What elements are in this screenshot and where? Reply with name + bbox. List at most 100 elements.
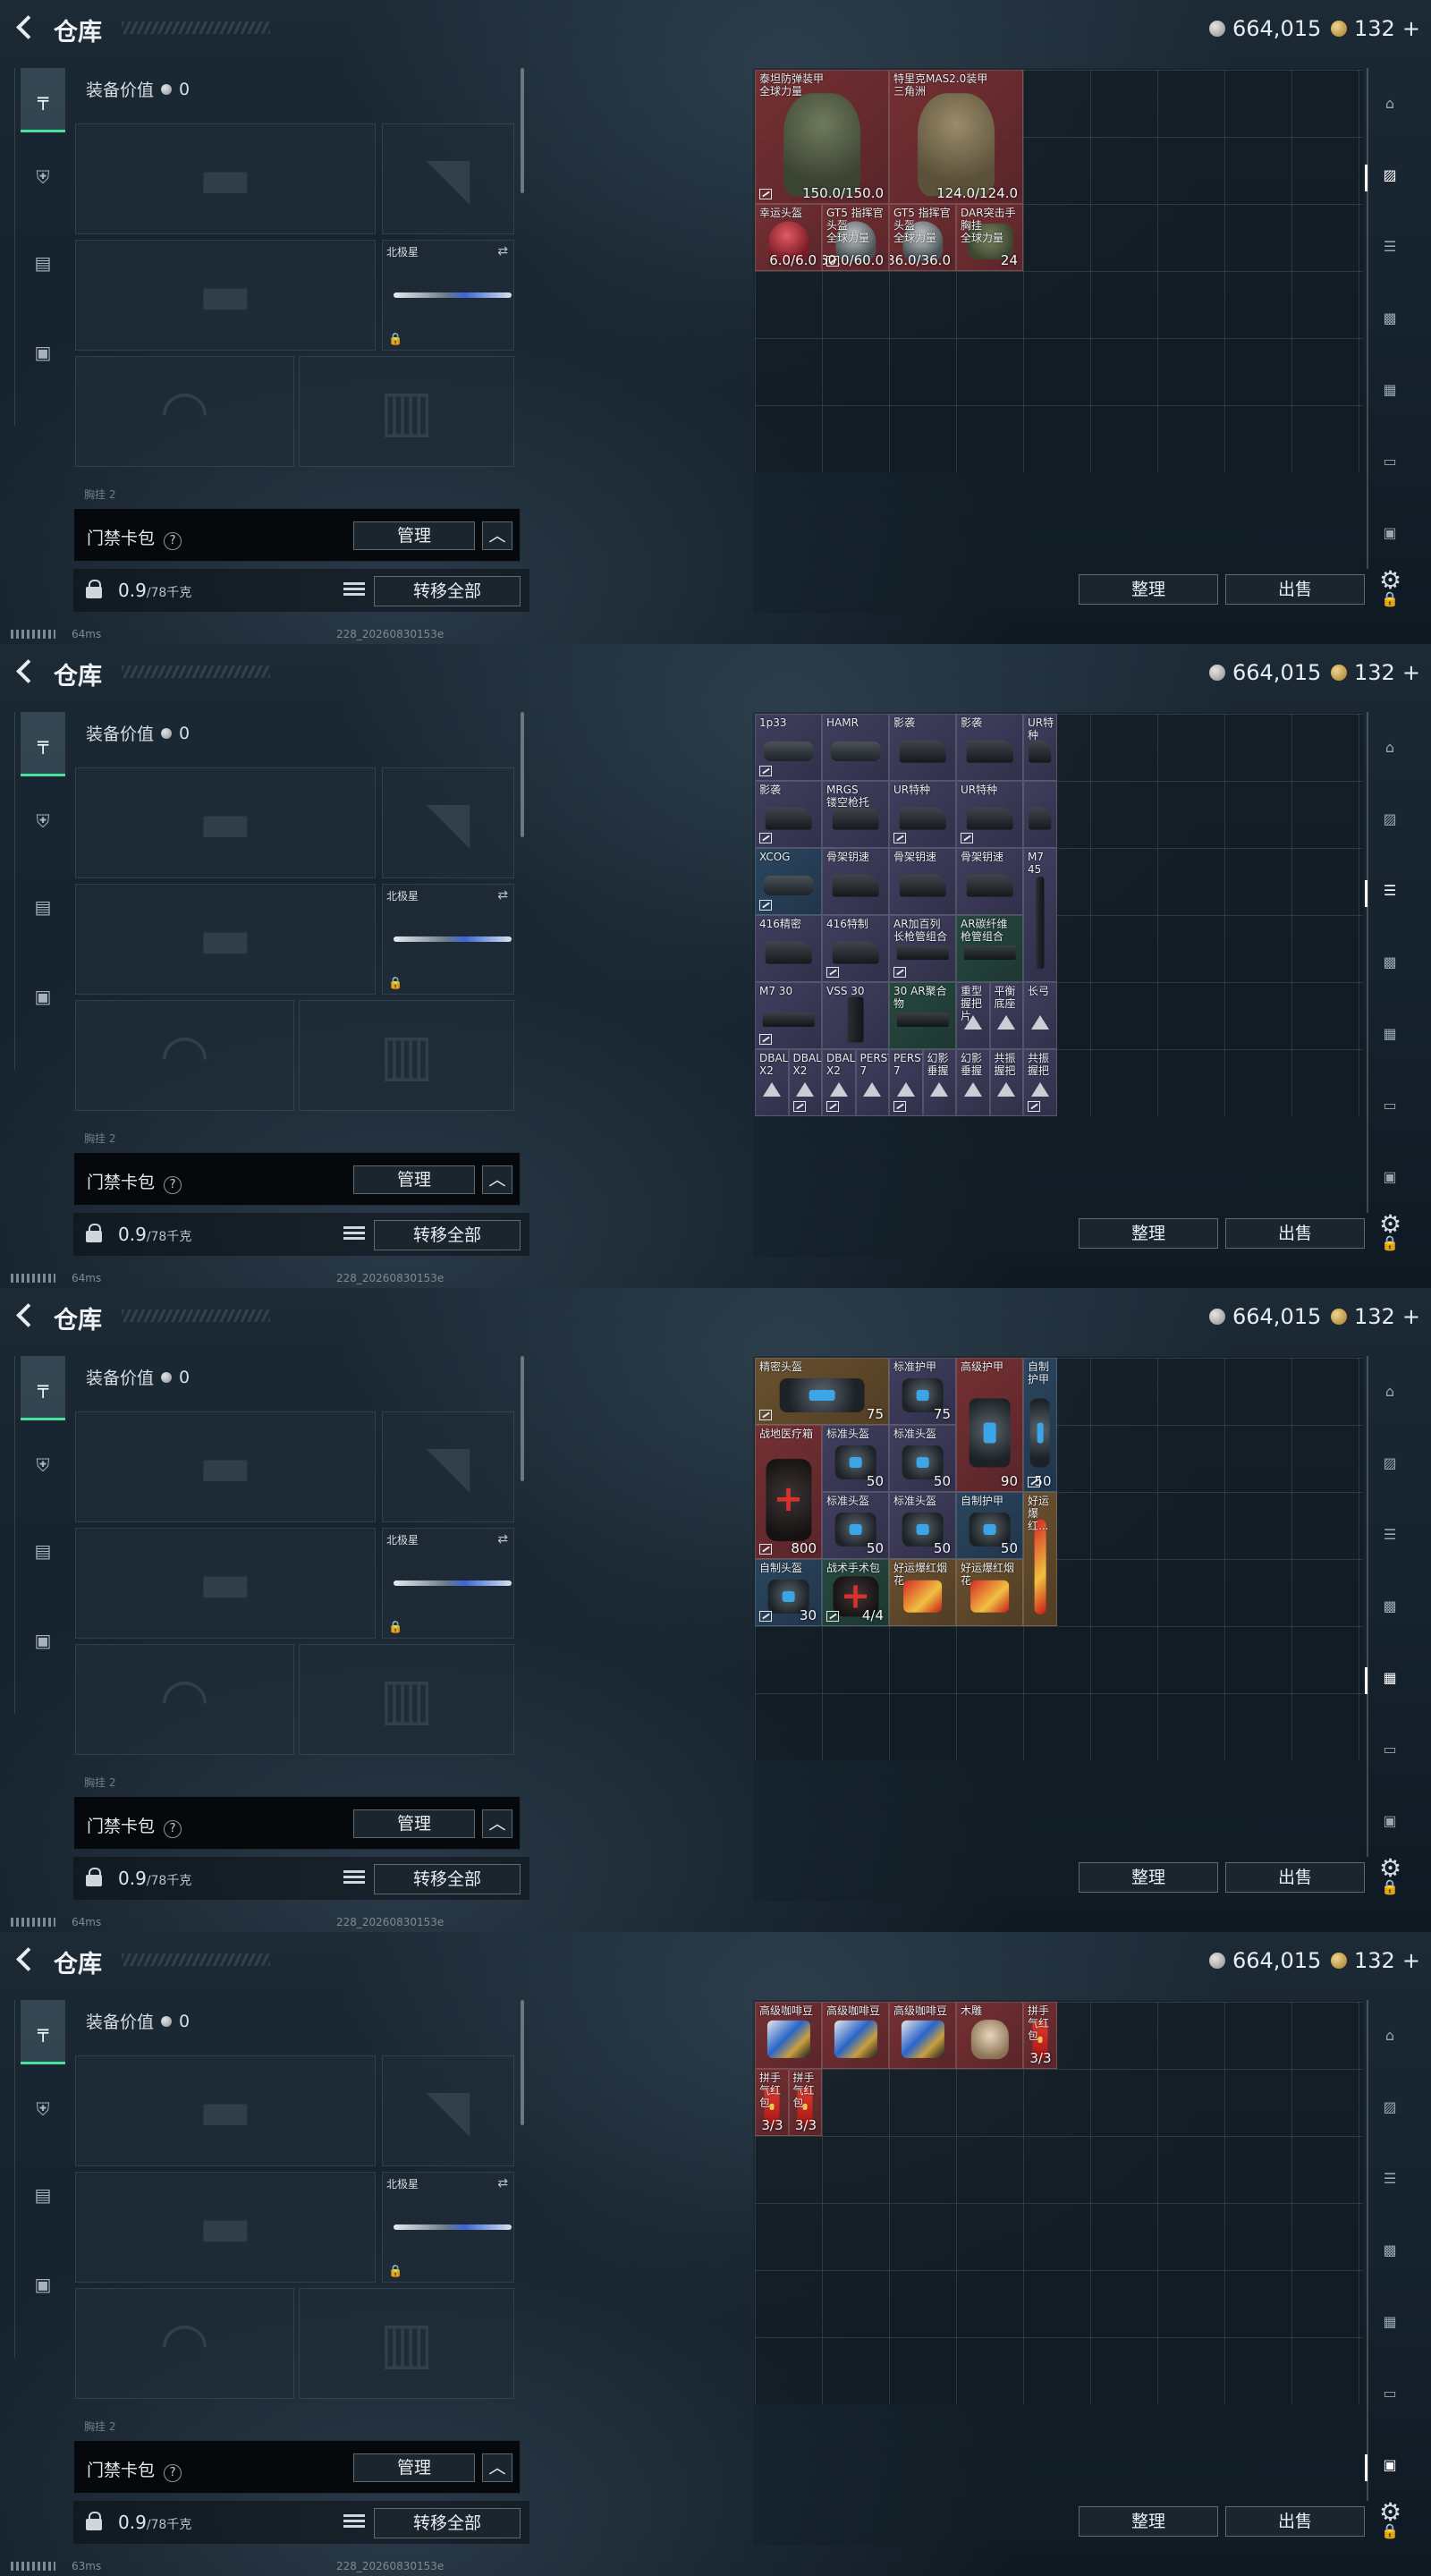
- category-tab-2[interactable]: ▨: [1377, 810, 1402, 834]
- inventory-item[interactable]: 自制护甲 50: [1023, 1358, 1057, 1492]
- helmet-slot[interactable]: ◠: [75, 1644, 294, 1755]
- tab-case[interactable]: ▣: [21, 320, 65, 385]
- inventory-item[interactable]: UR特种: [1023, 714, 1057, 781]
- inventory-item[interactable]: UR特种: [956, 781, 1023, 848]
- category-tab-4[interactable]: ▩: [1377, 309, 1402, 333]
- sell-button[interactable]: 出售: [1225, 2506, 1365, 2537]
- inventory-item[interactable]: 共振握把: [1023, 1049, 1057, 1116]
- category-tab-5[interactable]: ▦: [1377, 381, 1402, 404]
- sell-button[interactable]: 出售: [1225, 1862, 1365, 1893]
- inventory-item[interactable]: GT5 指挥官头盔 全球力量 36.0/36.0: [889, 204, 956, 271]
- inventory-item[interactable]: 标准头盔 50: [889, 1425, 956, 1492]
- tab-items[interactable]: ▤: [21, 231, 65, 295]
- category-tab-3[interactable]: ☰: [1377, 1526, 1402, 1549]
- pistol-slot[interactable]: ◥: [382, 767, 514, 878]
- list-icon[interactable]: [342, 580, 367, 601]
- inventory-item[interactable]: 骨架钥速: [822, 848, 889, 915]
- category-tab-1[interactable]: ⌂: [1377, 2027, 1402, 2050]
- collapse-button[interactable]: ︿: [482, 1165, 512, 1194]
- inventory-item[interactable]: 精密头盔 75: [755, 1358, 889, 1425]
- tab-weapons[interactable]: ╤: [21, 712, 65, 776]
- inventory-item[interactable]: 高级咖啡豆: [822, 2002, 889, 2069]
- pistol-slot[interactable]: ◥: [382, 1411, 514, 1522]
- sort-button[interactable]: 整理: [1079, 1218, 1218, 1249]
- inventory-item[interactable]: 骨架钥速: [889, 848, 956, 915]
- help-icon[interactable]: ?: [164, 532, 182, 550]
- category-tab-7[interactable]: ▣: [1377, 1168, 1402, 1191]
- inventory-item[interactable]: 好运爆红烟花: [956, 1559, 1023, 1626]
- panel-scrollbar[interactable]: [521, 1356, 524, 1481]
- help-icon[interactable]: ?: [164, 2464, 182, 2482]
- inventory-item[interactable]: 416精密: [755, 915, 822, 982]
- tab-armor[interactable]: ⛨: [21, 2077, 65, 2141]
- inventory-item[interactable]: 自制头盔 30: [755, 1559, 822, 1626]
- sort-button[interactable]: 整理: [1079, 574, 1218, 605]
- inventory-item[interactable]: PERST-7: [855, 1049, 889, 1116]
- inventory-item[interactable]: 幻影垂握: [956, 1049, 990, 1116]
- inventory-item[interactable]: 平衡底座: [989, 982, 1023, 1049]
- gold-currency[interactable]: 132 +: [1331, 1948, 1420, 1973]
- inventory-item[interactable]: AR加百列 长枪管组合: [889, 915, 956, 982]
- swap-icon[interactable]: ⇄: [497, 888, 508, 902]
- collapse-button[interactable]: ︿: [482, 2453, 512, 2482]
- inventory-item[interactable]: 木雕: [956, 2002, 1023, 2069]
- back-arrow-icon[interactable]: [14, 1946, 36, 1970]
- inventory-item[interactable]: 骨架钥速: [956, 848, 1023, 915]
- category-tab-2[interactable]: ▨: [1377, 2098, 1402, 2122]
- inventory-item[interactable]: M7 30: [755, 982, 822, 1049]
- category-tab-4[interactable]: ▩: [1377, 1597, 1402, 1621]
- manage-button[interactable]: 管理: [353, 1809, 475, 1838]
- inventory-item[interactable]: 标准护甲 75: [889, 1358, 956, 1425]
- inventory-item[interactable]: 标准头盔 50: [822, 1425, 889, 1492]
- tab-weapons[interactable]: ╤: [21, 1356, 65, 1420]
- tab-weapons[interactable]: ╤: [21, 68, 65, 132]
- add-currency-plus[interactable]: +: [1402, 16, 1420, 41]
- inventory-item[interactable]: 影袭: [956, 714, 1023, 781]
- sell-button[interactable]: 出售: [1225, 1218, 1365, 1249]
- inventory-item[interactable]: 高级咖啡豆: [755, 2002, 822, 2069]
- tab-armor[interactable]: ⛨: [21, 1433, 65, 1497]
- category-tab-3[interactable]: ☰: [1365, 880, 1402, 907]
- inventory-item[interactable]: MRGS 镂空枪托: [822, 781, 889, 848]
- inventory-item[interactable]: 416特制: [822, 915, 889, 982]
- inventory-item[interactable]: 影袭: [755, 781, 822, 848]
- transfer-all-button[interactable]: 转移全部: [374, 1864, 521, 1894]
- manage-button[interactable]: 管理: [353, 2453, 475, 2482]
- swap-icon[interactable]: ⇄: [497, 244, 508, 258]
- tab-items[interactable]: ▤: [21, 2163, 65, 2227]
- inventory-item[interactable]: 拼手气红包 3/3: [755, 2069, 789, 2136]
- secondary-weapon-slot[interactable]: ▬: [75, 884, 376, 995]
- panel-scrollbar[interactable]: [521, 712, 524, 837]
- add-currency-plus[interactable]: +: [1402, 660, 1420, 685]
- secondary-weapon-slot[interactable]: ▬: [75, 240, 376, 351]
- category-tab-5[interactable]: ▦: [1365, 1667, 1402, 1694]
- armor-slot[interactable]: ▥: [299, 1000, 514, 1111]
- gear-icon[interactable]: ⚙: [1379, 565, 1401, 595]
- category-tab-5[interactable]: ▦: [1377, 2313, 1402, 2336]
- category-tab-6[interactable]: ▭: [1377, 2385, 1402, 2408]
- inventory-item[interactable]: GT5 指挥官头盔 全球力量 60.0/60.0: [822, 204, 889, 271]
- help-icon[interactable]: ?: [164, 1820, 182, 1838]
- inventory-item[interactable]: 好运爆红...: [1023, 1492, 1057, 1626]
- collapse-button[interactable]: ︿: [482, 1809, 512, 1838]
- manage-button[interactable]: 管理: [353, 521, 475, 550]
- inventory-item[interactable]: 拼手气红包 3/3: [1023, 2002, 1057, 2069]
- inventory-item[interactable]: DBAL-X2: [822, 1049, 856, 1116]
- melee-slot[interactable]: 北极星 ⇄ 🔒: [382, 2172, 514, 2283]
- secondary-weapon-slot[interactable]: ▬: [75, 1528, 376, 1639]
- inventory-item[interactable]: 标准头盔 50: [889, 1492, 956, 1559]
- armor-slot[interactable]: ▥: [299, 1644, 514, 1755]
- transfer-all-button[interactable]: 转移全部: [374, 576, 521, 606]
- sort-button[interactable]: 整理: [1079, 2506, 1218, 2537]
- secondary-weapon-slot[interactable]: ▬: [75, 2172, 376, 2283]
- category-tab-7[interactable]: ▣: [1365, 2454, 1402, 2481]
- collapse-button[interactable]: ︿: [482, 521, 512, 550]
- gold-currency[interactable]: 132 +: [1331, 660, 1420, 685]
- add-currency-plus[interactable]: +: [1402, 1304, 1420, 1329]
- primary-weapon-slot[interactable]: ▬: [75, 2055, 376, 2166]
- inventory-item[interactable]: 好运爆红烟花: [889, 1559, 956, 1626]
- inventory-item[interactable]: 拼手气红包 3/3: [788, 2069, 822, 2136]
- panel-scrollbar[interactable]: [521, 68, 524, 193]
- inventory-item[interactable]: 战地医疗箱 800: [755, 1425, 822, 1559]
- manage-button[interactable]: 管理: [353, 1165, 475, 1194]
